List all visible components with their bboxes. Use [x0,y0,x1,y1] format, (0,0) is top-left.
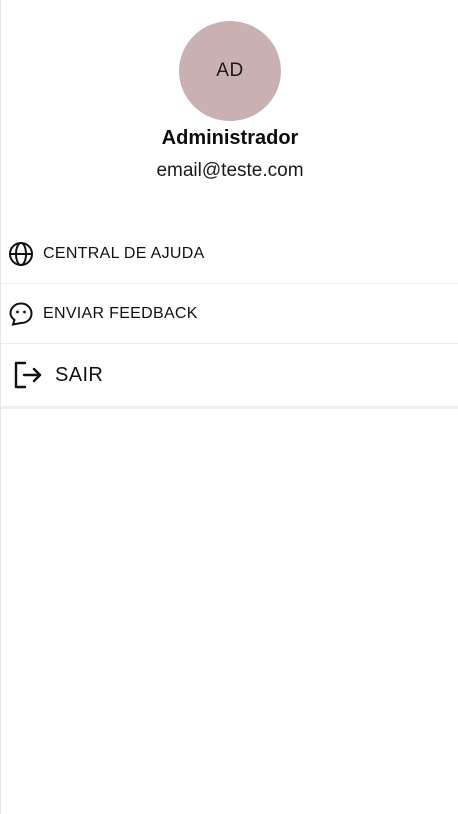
avatar-initials: AD [216,60,244,81]
globe-icon [8,241,34,267]
profile-header: AD Administrador email@teste.com [1,0,458,210]
drawer-panel: AD Administrador email@teste.com CENTRAL… [0,0,458,814]
logout-icon [13,360,43,390]
menu-item-label: ENVIAR FEEDBACK [43,304,198,322]
user-name: Administrador [161,127,299,149]
menu-item-logout[interactable]: SAIR [1,344,458,409]
menu-item-label: SAIR [55,363,104,386]
menu-item-label: CENTRAL DE AJUDA [43,244,205,262]
menu-item-send-feedback[interactable]: ENVIAR FEEDBACK [1,284,458,344]
drawer-menu: CENTRAL DE AJUDA ENVIAR FEEDBACK SAIR [1,224,458,409]
feedback-face-icon [8,301,34,327]
user-email: email@teste.com [156,160,304,181]
menu-item-help-center[interactable]: CENTRAL DE AJUDA [1,224,458,284]
avatar: AD [179,21,281,121]
